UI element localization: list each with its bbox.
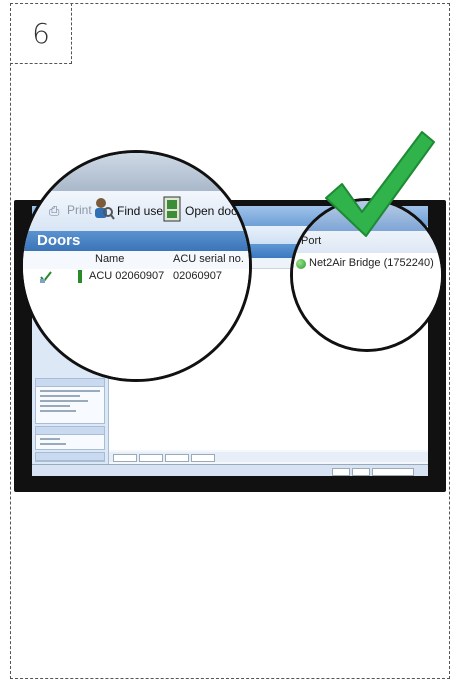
step-box: 6	[10, 3, 72, 64]
status-button[interactable]	[372, 468, 414, 476]
row-acu-serial: 02060907	[173, 270, 222, 282]
zoom-grid-body	[23, 285, 249, 379]
col-header-port[interactable]: Port	[301, 235, 321, 247]
table-row[interactable]: ACU 02060907 02060907	[23, 269, 249, 286]
step-number: 6	[32, 17, 50, 50]
bottom-tab[interactable]	[113, 454, 137, 462]
door-state-indicator	[78, 270, 82, 283]
bottom-tab[interactable]	[191, 454, 215, 462]
zoom-titlebar	[23, 153, 249, 191]
col-header-name[interactable]: Name	[95, 253, 124, 265]
bottom-tabs	[109, 452, 428, 462]
row-port: Net2Air Bridge (1752240)	[309, 257, 434, 269]
row-name: ACU 02060907	[89, 270, 165, 282]
zoom-grid-header: Name ACU serial no.	[23, 251, 249, 270]
section-title: Doors	[37, 232, 81, 249]
port-row[interactable]: Net2Air Bridge (1752240)	[293, 253, 441, 276]
status-button[interactable]	[332, 468, 350, 476]
zoom-doors-bar: Doors	[23, 231, 249, 251]
zoom-ribbon: ⎙ Print Find user Open door	[23, 191, 249, 232]
zoom-port-body	[293, 275, 441, 349]
checkmark-icon	[325, 131, 435, 237]
find-user-icon[interactable]	[93, 197, 115, 226]
print-icon[interactable]: ⎙	[49, 203, 59, 219]
open-door-icon[interactable]	[163, 196, 181, 227]
bottom-tab[interactable]	[165, 454, 189, 462]
side-box-actions	[35, 378, 105, 424]
side-box-details	[35, 426, 105, 450]
col-header-acu-serial[interactable]: ACU serial no.	[173, 253, 244, 265]
side-box-documentation	[35, 452, 105, 462]
status-bar	[32, 464, 428, 476]
status-button[interactable]	[352, 468, 370, 476]
bottom-tab[interactable]	[139, 454, 163, 462]
open-door-button[interactable]: Open door	[185, 204, 242, 218]
print-button[interactable]: Print	[67, 203, 92, 217]
magnifier-toolbar-grid: ⎙ Print Find user Open door Doors Name A…	[20, 150, 252, 382]
port-status-icon	[296, 259, 306, 269]
find-user-button[interactable]: Find user	[117, 204, 167, 218]
